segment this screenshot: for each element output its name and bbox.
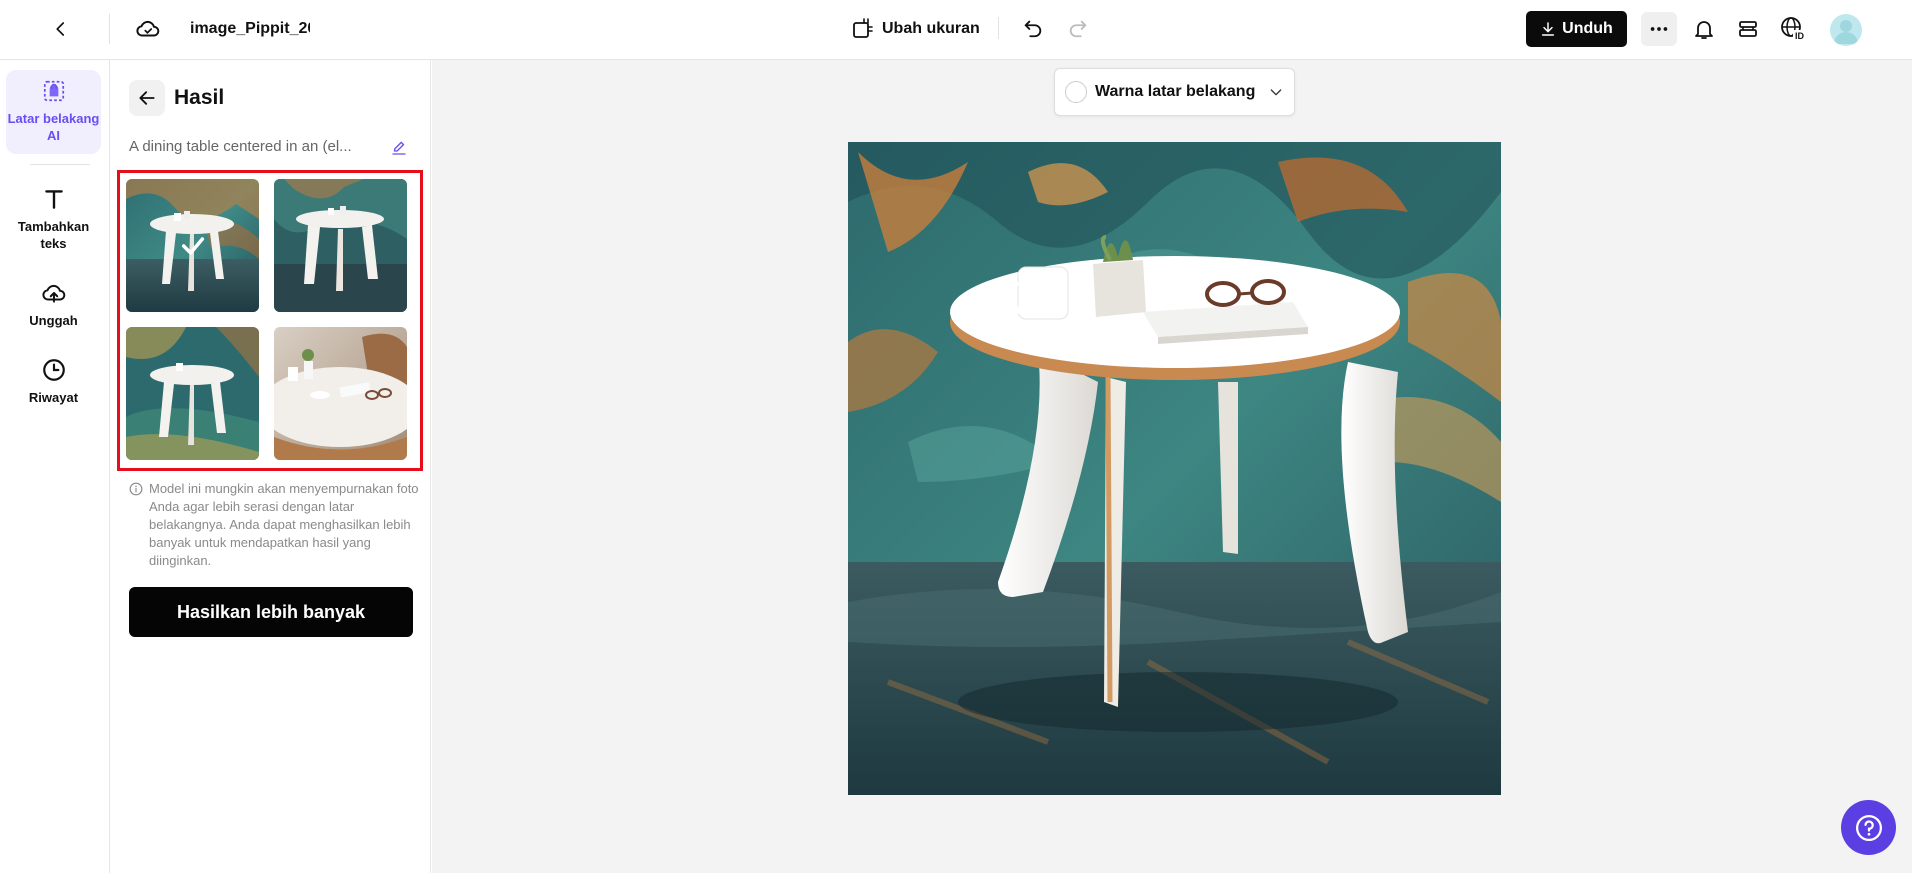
- result-thumbnail[interactable]: [126, 327, 259, 460]
- more-horizontal-icon: [1650, 27, 1668, 31]
- main-image[interactable]: [848, 142, 1501, 795]
- info-text: Model ini mungkin akan menyempurnakan fo…: [149, 481, 419, 568]
- color-swatch: [1065, 81, 1087, 103]
- storage-button[interactable]: [1733, 14, 1763, 44]
- top-bar: image_Pippit_20 Ubah ukuran Unduh ID: [0, 0, 1912, 60]
- history-icon: [39, 355, 69, 385]
- panel-title: Hasil: [174, 86, 225, 109]
- main-image-graphic: [848, 142, 1501, 795]
- text-icon: [39, 184, 69, 214]
- tool-rail: Latar belakang AI Tambahkan teks Unggah …: [0, 60, 110, 873]
- resize-label: Ubah ukuran: [882, 20, 980, 37]
- divider: [109, 14, 110, 44]
- chevron-left-icon: [56, 22, 65, 36]
- prompt-text[interactable]: A dining table centered in an (el...: [129, 136, 374, 158]
- rail-item-label: Unggah: [29, 313, 78, 328]
- help-button[interactable]: [1841, 800, 1896, 855]
- resize-button[interactable]: Ubah ukuran: [850, 14, 980, 44]
- notifications-button[interactable]: [1689, 14, 1719, 44]
- canvas-area: Warna latar belakang: [432, 60, 1912, 873]
- info-icon: [129, 482, 143, 496]
- chevron-down-icon: [1270, 89, 1282, 96]
- rail-item-label: Riwayat: [28, 390, 79, 405]
- results-grid: [117, 170, 423, 471]
- download-icon: [1542, 22, 1555, 36]
- redo-icon: [1069, 20, 1087, 38]
- cloud-icon: [136, 20, 160, 37]
- result-thumbnail[interactable]: [274, 179, 407, 312]
- arrow-left-icon: [139, 91, 155, 105]
- stack-icon: [1739, 21, 1757, 37]
- generate-more-button[interactable]: Hasilkan lebih banyak: [129, 587, 413, 637]
- divider: [30, 164, 90, 165]
- info-note: Model ini mungkin akan menyempurnakan fo…: [129, 480, 427, 570]
- redo-button[interactable]: [1063, 13, 1093, 43]
- file-name[interactable]: image_Pippit_20: [190, 18, 310, 40]
- more-options-button[interactable]: [1641, 12, 1677, 46]
- checkmark-icon: [181, 236, 204, 255]
- resize-icon: [853, 18, 873, 38]
- download-button[interactable]: Unduh: [1526, 11, 1627, 47]
- help-icon: [1855, 814, 1882, 841]
- background-color-label: Warna latar belakang: [1095, 83, 1256, 100]
- bell-icon: [1695, 21, 1713, 39]
- user-avatar-icon: [1834, 20, 1858, 44]
- ai-background-icon: [39, 76, 69, 106]
- back-button[interactable]: [46, 14, 76, 44]
- divider: [998, 17, 999, 39]
- rail-item-history[interactable]: Riwayat: [6, 355, 101, 406]
- rail-item-label: Latar belakang AI: [7, 111, 100, 143]
- rail-item-label: Tambahkan teks: [17, 219, 90, 251]
- globe-icon: ID: [1781, 17, 1806, 41]
- thumbnail-image: [274, 327, 407, 460]
- edit-prompt-button[interactable]: [387, 136, 411, 160]
- upload-icon: [39, 278, 69, 308]
- cloud-save-status[interactable]: [133, 14, 163, 44]
- pencil-icon: [392, 141, 406, 155]
- result-thumbnail[interactable]: [274, 327, 407, 460]
- language-button[interactable]: ID: [1778, 14, 1808, 44]
- rail-item-add-text[interactable]: Tambahkan teks: [6, 184, 101, 252]
- background-color-dropdown[interactable]: Warna latar belakang: [1054, 68, 1295, 116]
- undo-icon: [1024, 20, 1042, 38]
- thumbnail-image: [274, 179, 407, 312]
- language-code: ID: [1795, 31, 1805, 41]
- results-panel: Hasil A dining table centered in an (el.…: [111, 60, 431, 873]
- download-label: Unduh: [1562, 20, 1613, 37]
- panel-back-button[interactable]: [129, 80, 165, 116]
- result-thumbnail[interactable]: [126, 179, 259, 312]
- rail-item-ai-background[interactable]: Latar belakang AI: [6, 70, 101, 154]
- thumbnail-image: [126, 327, 259, 460]
- rail-item-upload[interactable]: Unggah: [6, 278, 101, 329]
- avatar[interactable]: [1830, 14, 1862, 46]
- undo-button[interactable]: [1018, 13, 1048, 43]
